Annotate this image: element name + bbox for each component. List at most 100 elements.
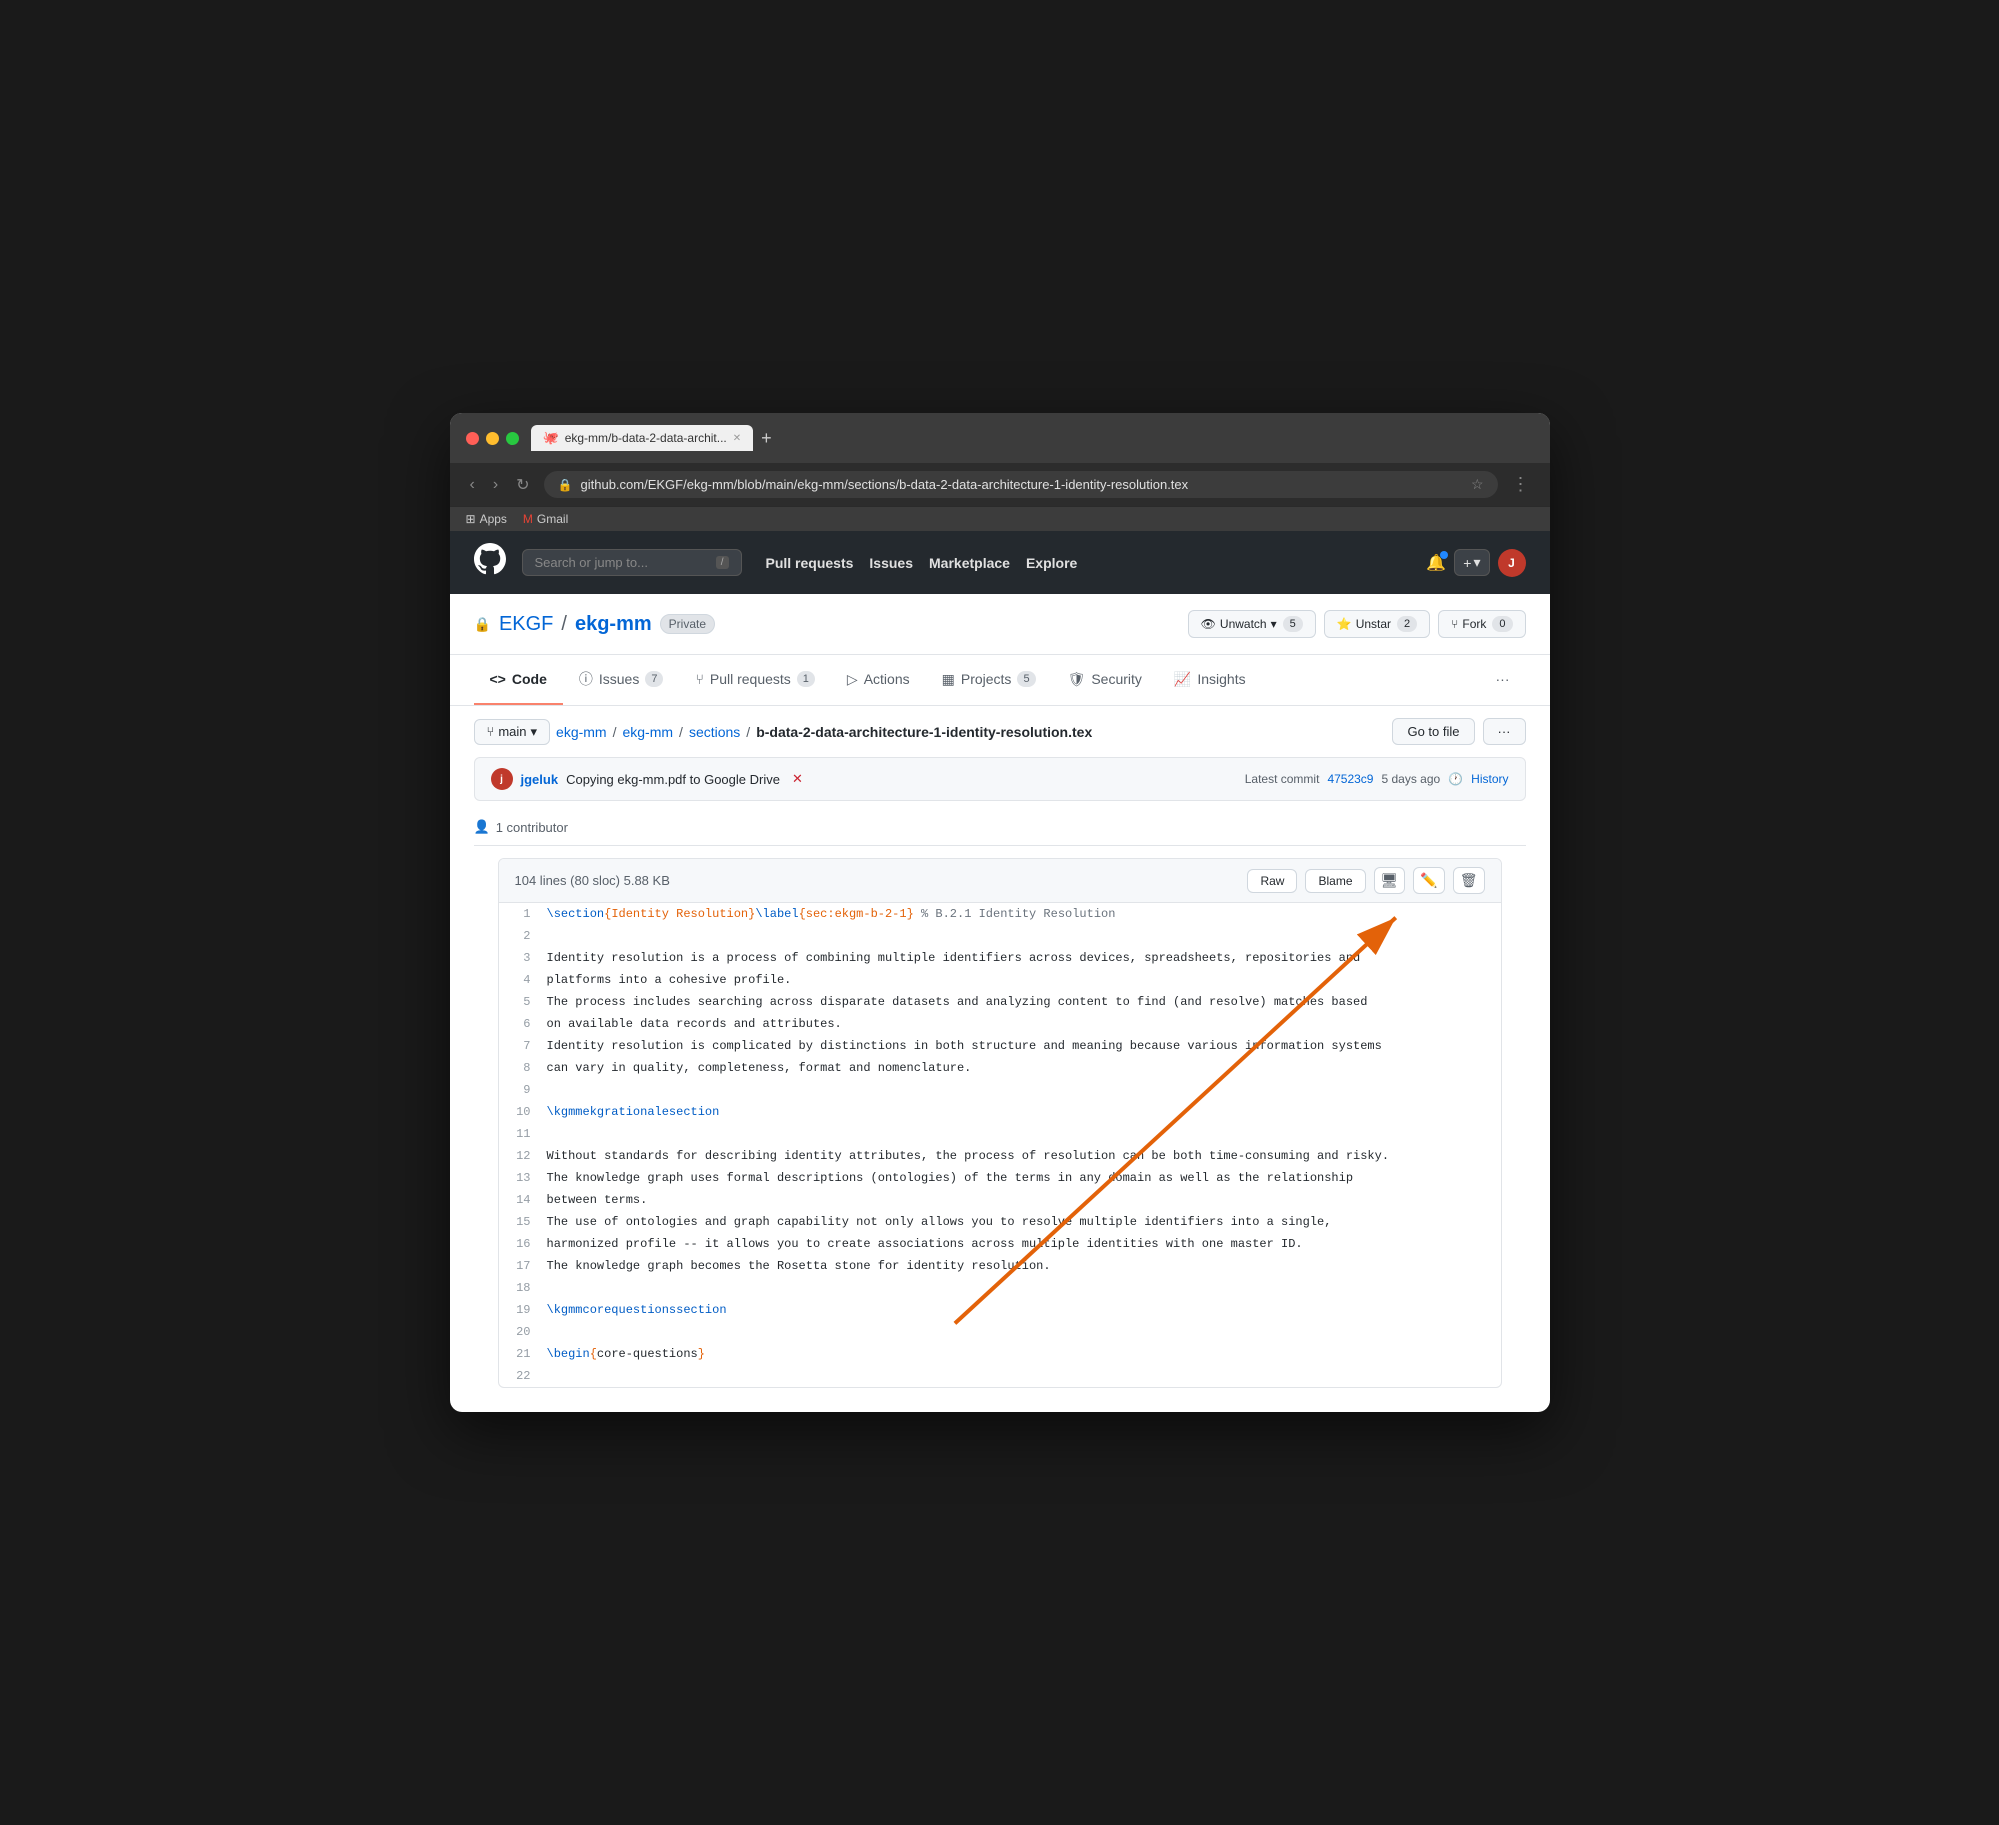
tab-more[interactable]: ··· (1480, 655, 1526, 705)
line-content: \kgmmekgrationalesection (547, 1101, 1501, 1123)
tab-actions[interactable]: ▷ Actions (831, 655, 926, 705)
edit-pencil-icon[interactable]: ✏️ (1413, 867, 1444, 894)
tab-title: ekg-mm/b-data-2-data-archit... (565, 431, 727, 445)
line-number: 15 (499, 1211, 547, 1233)
search-bar[interactable]: Search or jump to... / (522, 549, 742, 576)
line-number: 8 (499, 1057, 547, 1079)
tab-projects[interactable]: ▦ Projects 5 (926, 655, 1052, 705)
maximize-button[interactable] (506, 432, 519, 445)
active-tab[interactable]: 🐙 ekg-mm/b-data-2-data-archit... ✕ (531, 425, 754, 451)
issues-icon: ⓘ (579, 669, 593, 689)
notifications-bell[interactable]: 🔔 (1426, 553, 1446, 573)
go-to-file-button[interactable]: Go to file (1392, 718, 1474, 745)
tab-issues[interactable]: ⓘ Issues 7 (563, 655, 680, 705)
desktop-view-icon[interactable]: 🖥 (1374, 867, 1406, 894)
line-content: The process includes searching across di… (547, 991, 1501, 1013)
line-number: 12 (499, 1145, 547, 1167)
commit-status-icon: ✕ (792, 771, 803, 787)
tab-code[interactable]: <> Code (474, 655, 563, 705)
tab-close-icon[interactable]: ✕ (733, 433, 741, 444)
tab-actions-label: Actions (864, 671, 910, 687)
close-button[interactable] (466, 432, 479, 445)
contributors-bar: 👤 1 contributor (474, 809, 1526, 846)
explore-nav[interactable]: Explore (1026, 555, 1077, 571)
branch-selector[interactable]: ⑂ main ▾ (474, 719, 551, 745)
fork-button[interactable]: ⑂ Fork 0 (1438, 610, 1525, 638)
breadcrumb-repo[interactable]: ekg-mm (622, 724, 673, 740)
repo-tabs: <> Code ⓘ Issues 7 ⑂ Pull requests 1 ▷ A… (450, 655, 1550, 706)
repo-header: 🔒 EKGF / ekg-mm Private 👁 Unwatch ▾ 5 ⭐ … (450, 594, 1550, 655)
private-lock-icon: 🔒 (474, 616, 491, 633)
github-logo[interactable] (474, 543, 506, 582)
nav-actions: 🔔 + ▾ J (1426, 549, 1525, 577)
more-options-button[interactable]: ··· (1483, 718, 1526, 745)
back-button[interactable]: ‹ (466, 474, 479, 496)
code-line-18: 18 (499, 1277, 1501, 1299)
repo-org-link[interactable]: EKGF (499, 613, 553, 636)
gmail-bookmark[interactable]: M Gmail (523, 512, 568, 526)
code-line-8: 8 can vary in quality, completeness, for… (499, 1057, 1501, 1079)
actions-play-icon: ▷ (847, 671, 858, 688)
address-bar: ‹ › ↻ 🔒 github.com/EKGF/ekg-mm/blob/main… (450, 463, 1550, 506)
issues-nav[interactable]: Issues (869, 555, 913, 571)
lock-icon: 🔒 (558, 478, 573, 492)
tab-insights[interactable]: 📈 Insights (1158, 655, 1262, 705)
line-number: 5 (499, 991, 547, 1013)
pr-count: 1 (797, 671, 815, 687)
star-button[interactable]: ⭐ Unstar 2 (1324, 610, 1430, 638)
dropdown-arrow-icon: ▾ (1271, 617, 1277, 631)
star-count: 2 (1397, 616, 1417, 632)
pr-icon: ⑂ (695, 671, 703, 687)
tab-pull-requests[interactable]: ⑂ Pull requests 1 (679, 655, 830, 705)
watch-button[interactable]: 👁 Unwatch ▾ 5 (1188, 610, 1316, 638)
insights-chart-icon: 📈 (1174, 671, 1191, 688)
line-number: 9 (499, 1079, 547, 1101)
line-content: between terms. (547, 1189, 1501, 1211)
commit-author-name[interactable]: jgeluk (521, 772, 559, 787)
tab-security[interactable]: 🛡 Security (1052, 655, 1158, 705)
nav-links: Pull requests Issues Marketplace Explore (766, 555, 1411, 571)
code-line-21: 21 \begin{core-questions} (499, 1343, 1501, 1365)
delete-trash-icon[interactable]: 🗑 (1453, 867, 1485, 894)
user-avatar[interactable]: J (1498, 549, 1526, 577)
url-bar[interactable]: 🔒 github.com/EKGF/ekg-mm/blob/main/ekg-m… (544, 471, 1498, 498)
code-line-7: 7 Identity resolution is complicated by … (499, 1035, 1501, 1057)
line-content: harmonized profile -- it allows you to c… (547, 1233, 1501, 1255)
fork-icon: ⑂ (1451, 617, 1458, 631)
repo-name-link[interactable]: ekg-mm (575, 613, 652, 636)
tab-insights-label: Insights (1197, 671, 1245, 687)
marketplace-nav[interactable]: Marketplace (929, 555, 1010, 571)
line-content (547, 1123, 1501, 1145)
bookmarks-bar: ⊞ Apps M Gmail (450, 506, 1550, 531)
tab-issues-label: Issues (599, 671, 639, 687)
blame-button[interactable]: Blame (1305, 869, 1365, 893)
breadcrumb-folder[interactable]: sections (689, 724, 740, 740)
commit-hash[interactable]: 47523c9 (1327, 772, 1373, 786)
raw-button[interactable]: Raw (1247, 869, 1297, 893)
issues-count: 7 (645, 671, 663, 687)
commit-bar: j jgeluk Copying ekg-mm.pdf to Google Dr… (474, 757, 1526, 801)
new-tab-button[interactable]: + (757, 428, 776, 449)
breadcrumb-org[interactable]: ekg-mm (556, 724, 607, 740)
history-button[interactable]: History (1471, 772, 1508, 786)
code-line-1: 1 \section{Identity Resolution}\label{se… (499, 903, 1501, 925)
reload-button[interactable]: ↻ (512, 473, 533, 497)
github-favicon: 🐙 (543, 430, 559, 446)
code-line-13: 13 The knowledge graph uses formal descr… (499, 1167, 1501, 1189)
minimize-button[interactable] (486, 432, 499, 445)
github-navbar: Search or jump to... / Pull requests Iss… (450, 531, 1550, 594)
watch-count: 5 (1283, 616, 1303, 632)
watch-label: Unwatch (1220, 617, 1267, 631)
line-content: Identity resolution is a process of comb… (547, 947, 1501, 969)
forward-button[interactable]: › (489, 474, 502, 496)
pull-requests-nav[interactable]: Pull requests (766, 555, 854, 571)
bookmark-star-icon[interactable]: ☆ (1471, 476, 1484, 493)
line-content (547, 1365, 1501, 1387)
line-content: \begin{core-questions} (547, 1343, 1501, 1365)
create-new-button[interactable]: + ▾ (1454, 549, 1489, 576)
breadcrumb-filename: b-data-2-data-architecture-1-identity-re… (756, 724, 1092, 740)
apps-bookmark[interactable]: ⊞ Apps (466, 512, 507, 526)
menu-button[interactable]: ⋮ (1508, 472, 1534, 497)
code-line-20: 20 (499, 1321, 1501, 1343)
line-number: 16 (499, 1233, 547, 1255)
